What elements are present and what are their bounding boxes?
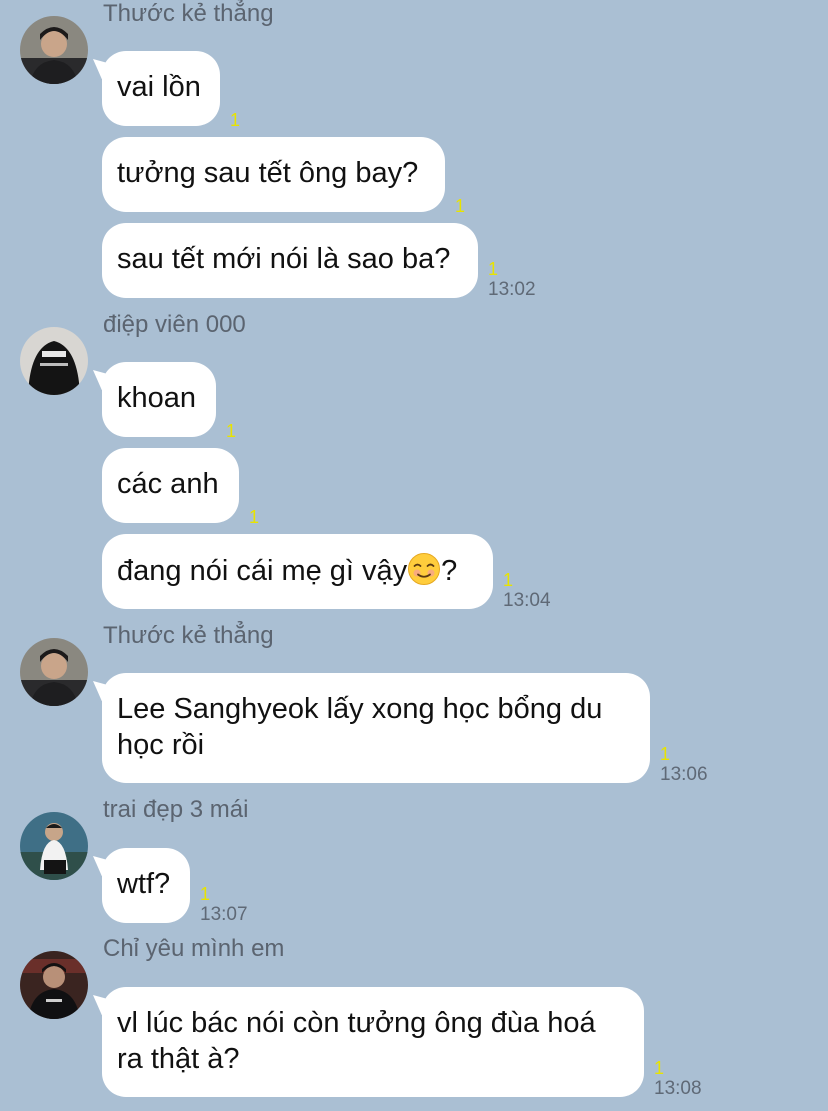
read-count: 1 bbox=[503, 570, 514, 590]
message-text-line: Lee Sanghyeok lấy xong học bổng du bbox=[117, 693, 603, 725]
message-text: khoan bbox=[117, 382, 197, 414]
sender-name: Thước kẻ thẳng bbox=[103, 622, 274, 649]
message-meta: 1 bbox=[455, 197, 465, 215]
message-bubble[interactable]: Lee Sanghyeok lấy xong học bổng du học r… bbox=[102, 673, 650, 783]
message-bubble[interactable]: wtf? bbox=[102, 848, 190, 923]
message: tưởng sau tết ông bay? 1 bbox=[102, 137, 465, 215]
message-timestamp: 13:02 bbox=[488, 279, 536, 300]
message: vl lúc bác nói còn tưởng ông đùa hoá ra … bbox=[102, 987, 702, 1099]
message-timestamp: 13:06 bbox=[660, 764, 708, 785]
avatar[interactable] bbox=[20, 951, 88, 1019]
message-meta: 1 13:02 bbox=[488, 260, 536, 301]
message-text: đang nói cái mẹ gì vậy bbox=[117, 555, 408, 587]
read-count: 1 bbox=[654, 1058, 665, 1078]
message-text: ? bbox=[441, 555, 458, 587]
sender-name: trai đẹp 3 mái bbox=[103, 796, 249, 823]
message-text-line: vl lúc bác nói còn tưởng ông đùa hoá bbox=[117, 1007, 596, 1039]
message: các anh 1 bbox=[102, 448, 259, 526]
message-bubble[interactable]: vai lồn bbox=[102, 51, 220, 126]
message-timestamp: 13:08 bbox=[654, 1078, 702, 1099]
message: đang nói cái mẹ gì vậy? 1 13:04 bbox=[102, 534, 551, 611]
read-count: 1 bbox=[249, 507, 260, 527]
message-bubble[interactable]: sau tết mới nói là sao ba? bbox=[102, 223, 478, 298]
smiling-face-emoji-icon bbox=[407, 552, 441, 586]
sender-name: Chỉ yêu mình em bbox=[103, 935, 285, 962]
person-photo-avatar-icon bbox=[20, 327, 88, 395]
avatar[interactable] bbox=[20, 812, 88, 880]
avatar[interactable] bbox=[20, 327, 88, 395]
message-text: các anh bbox=[117, 468, 219, 500]
message: vai lồn 1 bbox=[102, 51, 240, 129]
message-meta: 1 13:07 bbox=[200, 885, 248, 926]
message-text: wtf? bbox=[117, 868, 171, 900]
message-meta: 1 bbox=[226, 422, 236, 440]
read-count: 1 bbox=[455, 196, 466, 216]
message-bubble[interactable]: tưởng sau tết ông bay? bbox=[102, 137, 445, 212]
read-count: 1 bbox=[230, 110, 241, 130]
read-count: 1 bbox=[660, 744, 671, 764]
message-text: vai lồn bbox=[117, 71, 201, 103]
message-meta: 1 13:06 bbox=[660, 745, 708, 786]
message-bubble[interactable]: các anh bbox=[102, 448, 239, 523]
message-bubble[interactable]: vl lúc bác nói còn tưởng ông đùa hoá ra … bbox=[102, 987, 644, 1097]
message-bubble[interactable]: đang nói cái mẹ gì vậy? bbox=[102, 534, 493, 609]
sender-name: Thước kẻ thẳng bbox=[103, 0, 274, 27]
avatar[interactable] bbox=[20, 16, 88, 84]
message: wtf? 1 13:07 bbox=[102, 848, 248, 925]
message: sau tết mới nói là sao ba? 1 13:02 bbox=[102, 223, 536, 300]
message-text-line: học rồi bbox=[117, 729, 205, 761]
read-count: 1 bbox=[488, 259, 499, 279]
message-meta: 1 bbox=[230, 111, 240, 129]
message-text-line: ra thật à? bbox=[117, 1043, 240, 1075]
message-meta: 1 13:08 bbox=[654, 1059, 702, 1100]
message-text: sau tết mới nói là sao ba? bbox=[117, 243, 451, 275]
person-photo-avatar-icon bbox=[20, 951, 88, 1019]
message-text: tưởng sau tết ông bay? bbox=[117, 157, 419, 189]
person-photo-avatar-icon bbox=[20, 16, 88, 84]
message-bubble[interactable]: khoan bbox=[102, 362, 216, 437]
message-meta: 1 13:04 bbox=[503, 571, 551, 612]
read-count: 1 bbox=[226, 421, 237, 441]
sender-name: điệp viên 000 bbox=[103, 311, 246, 338]
message: Lee Sanghyeok lấy xong học bổng du học r… bbox=[102, 673, 708, 785]
person-photo-avatar-icon bbox=[20, 812, 88, 880]
message-timestamp: 13:04 bbox=[503, 590, 551, 611]
person-photo-avatar-icon bbox=[20, 638, 88, 706]
message: khoan 1 bbox=[102, 362, 236, 440]
avatar[interactable] bbox=[20, 638, 88, 706]
read-count: 1 bbox=[200, 884, 211, 904]
message-meta: 1 bbox=[249, 508, 259, 526]
message-timestamp: 13:07 bbox=[200, 904, 248, 925]
